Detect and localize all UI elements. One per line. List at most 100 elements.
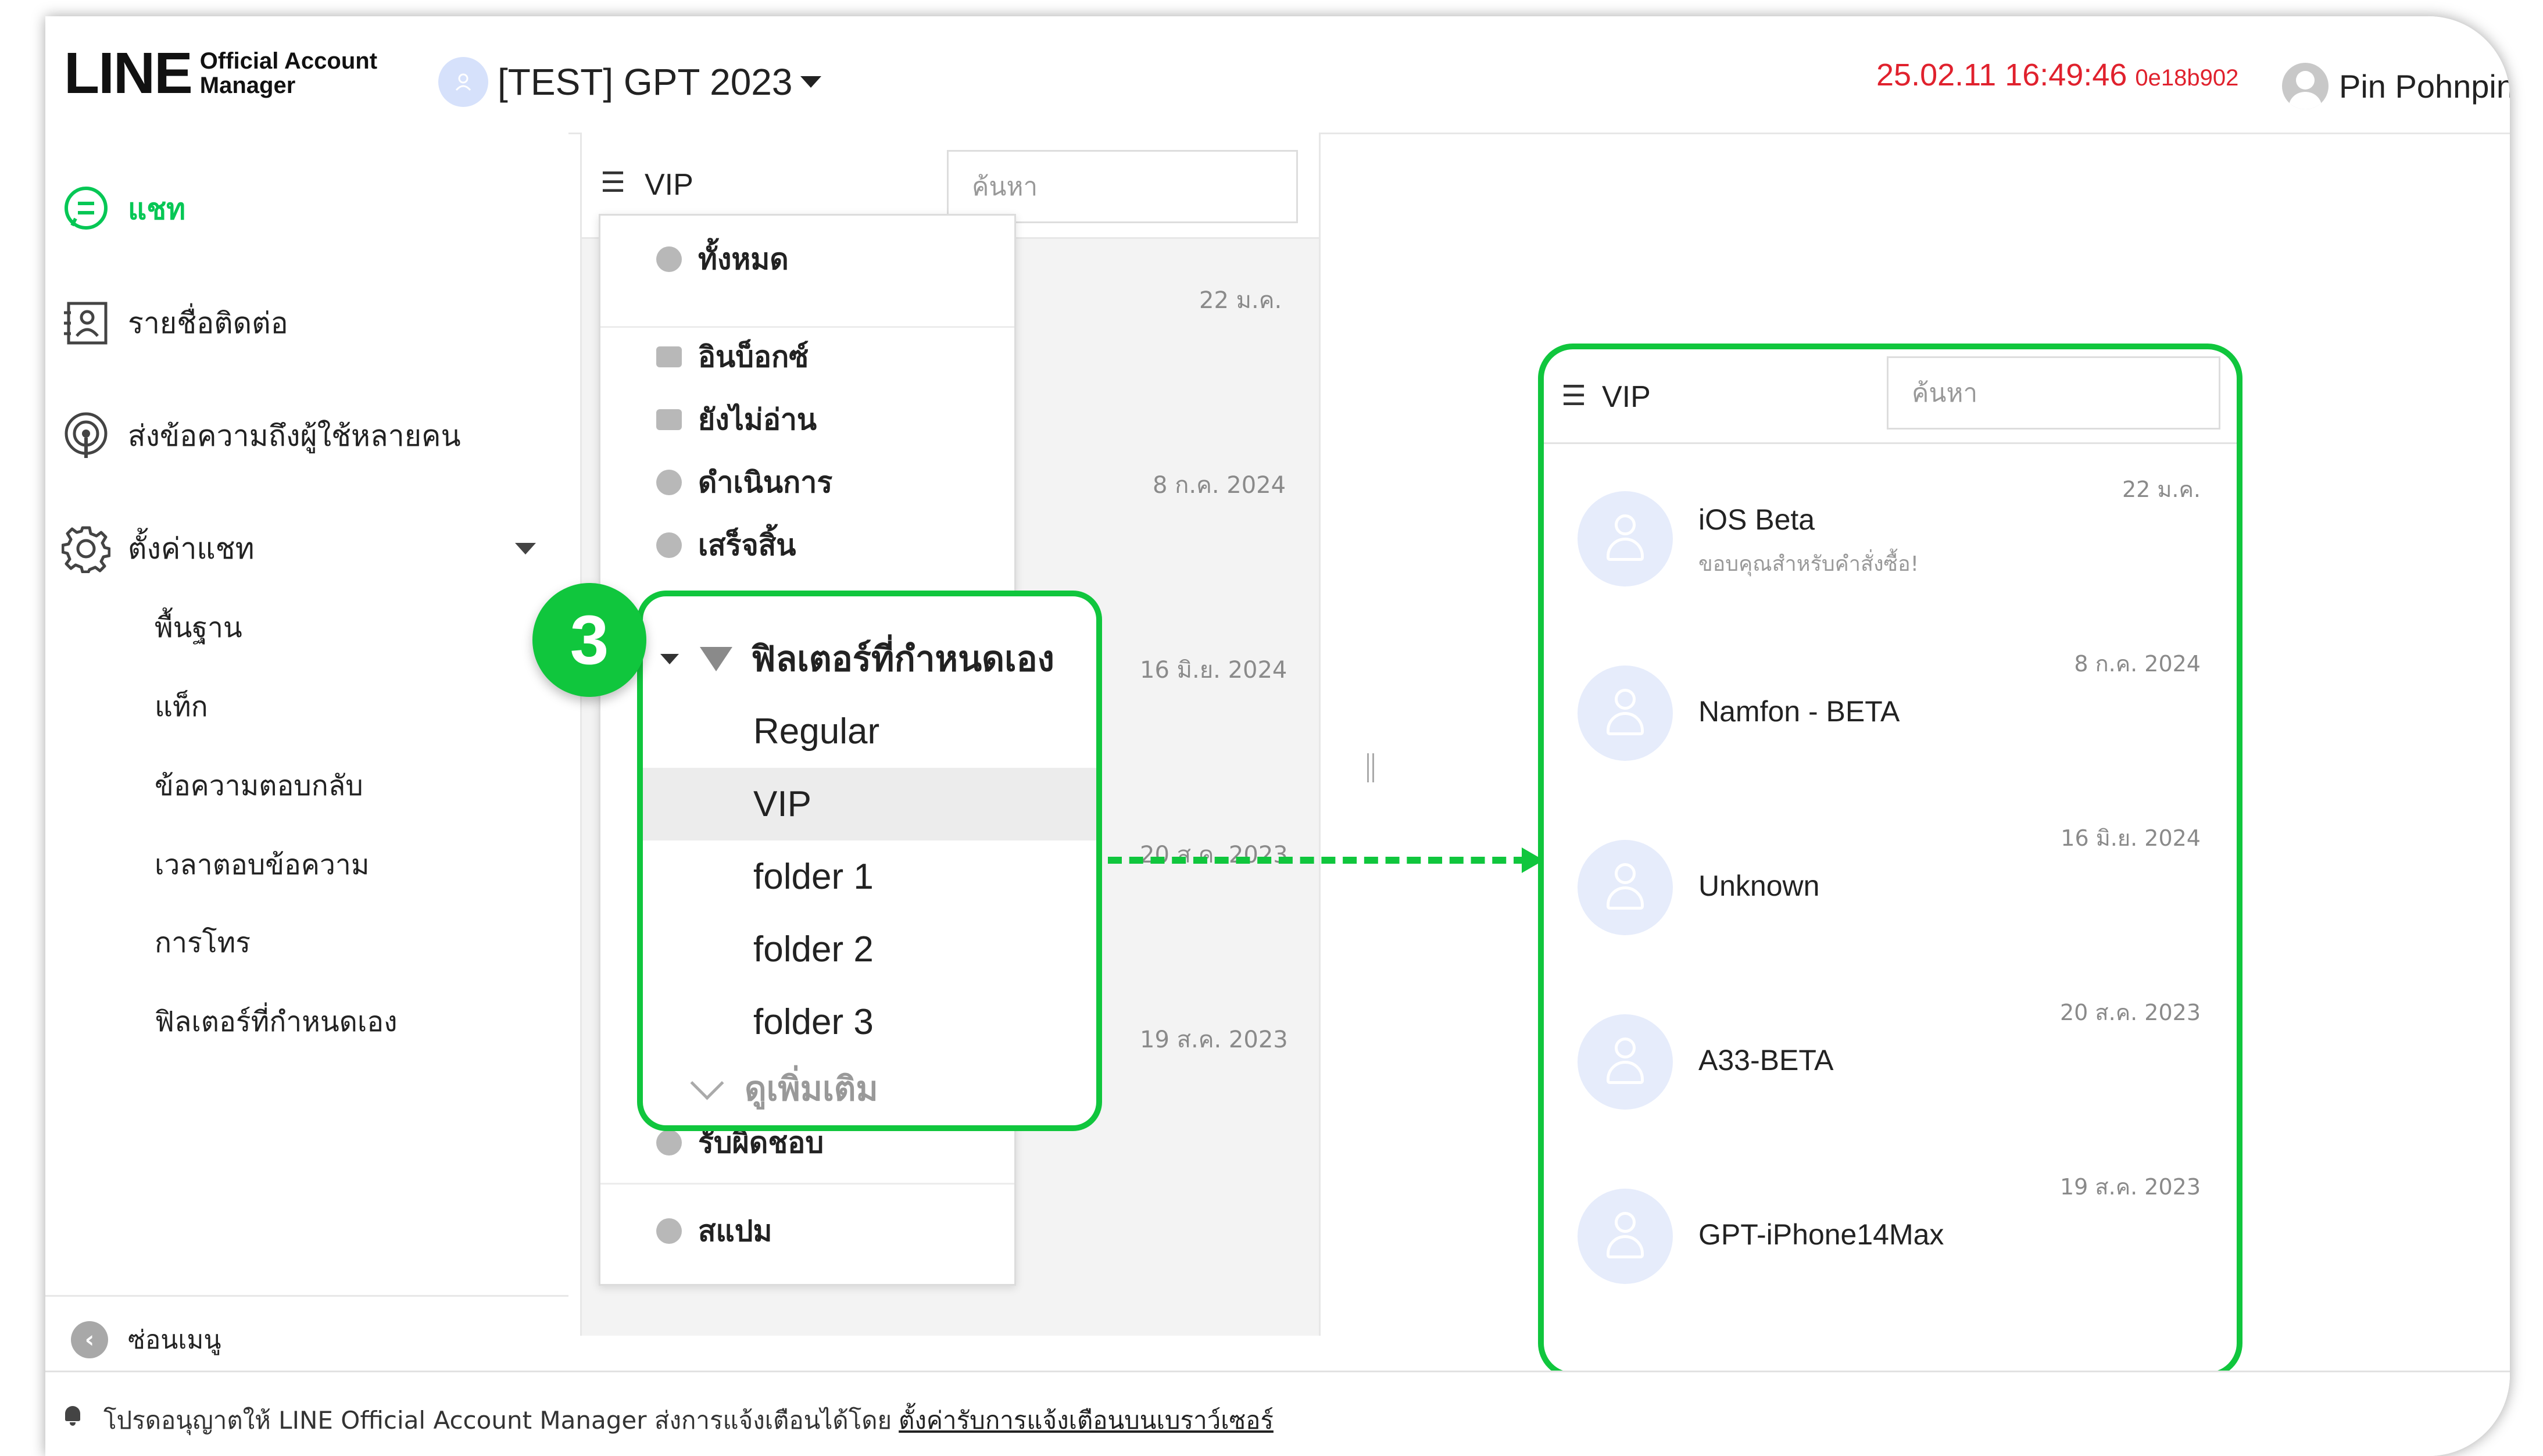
sidebar-item-contacts[interactable]: รายชื่อติดต่อ <box>62 299 288 348</box>
chat-row[interactable]: iOS Beta ขอบคุณสำหรับคำสั่งซื้อ! 22 ม.ค. <box>1544 448 2237 623</box>
sidebar-subitem-response-hours[interactable]: เวลาตอบข้อความ <box>155 843 370 887</box>
sidebar-label-chat-settings: ตั้งค่าแชท <box>128 531 255 566</box>
caret-down-icon <box>660 653 679 664</box>
filter-selector[interactable]: VIP <box>645 167 693 202</box>
sidebar-subitem-tags[interactable]: แท็ก <box>155 685 208 729</box>
notification-settings-link[interactable]: ตั้งค่ารับการแจ้งเตือนบนเบราว์เซอร์ <box>899 1406 1274 1434</box>
menu-icon[interactable]: ☰ <box>600 166 625 199</box>
logo-line-text: LINE <box>64 40 193 106</box>
filter-item-label: VIP <box>753 784 811 824</box>
list-date: 20 ส.ค. 2023 <box>1140 842 1288 868</box>
sidebar-label-broadcast: ส่งข้อความถึงผู้ใช้หลายคน <box>128 418 461 453</box>
chat-date: 8 ก.ค. 2024 <box>2074 651 2201 677</box>
chat-icon <box>62 185 110 234</box>
logo-sub-line-1: Official Account <box>199 48 378 74</box>
custom-filter-item-folder-3[interactable]: folder 3 <box>643 986 1096 1058</box>
chat-row[interactable]: GPT-iPhone14Max 19 ส.ค. 2023 <box>1544 1146 2237 1320</box>
dropdown-item-spam[interactable]: สแปม <box>600 1211 1014 1251</box>
sidebar-subitem-basic[interactable]: พื้นฐาน <box>155 606 242 650</box>
sidebar-item-chat-settings[interactable]: ตั้งค่าแชท <box>62 524 255 573</box>
chat-name: A33-BETA <box>1698 1044 1834 1076</box>
notification-text: โปรดอนุญาตให้ LINE Official Account Mana… <box>103 1401 1274 1440</box>
dropdown-item-unread[interactable]: ยังไม่อ่าน <box>600 399 1014 440</box>
contacts-icon <box>62 299 110 348</box>
dropdown-item-inbox[interactable]: อินบ็อกซ์ <box>600 337 1014 377</box>
panel-toolbar: ☰ VIP ค้นหา <box>1544 349 2237 444</box>
user-name: Pin Pohnpin <box>2339 67 2510 105</box>
person-icon <box>656 1130 682 1156</box>
chat-preview: ขอบคุณสำหรับคำสั่งซื้อ! <box>1698 552 1919 576</box>
top-header: LINE Official Account Manager [TEST] GPT… <box>45 16 2510 134</box>
logo-subtitle: Official Account Manager <box>200 49 377 98</box>
step-badge: 3 <box>532 583 646 697</box>
inbox-icon <box>656 346 682 367</box>
dropdown-label: สแปม <box>698 1214 772 1248</box>
gear-icon <box>62 524 110 573</box>
user-menu[interactable]: Pin Pohnpin <box>2282 63 2510 109</box>
chat-row[interactable]: Namfon - BETA 8 ก.ค. 2024 <box>1544 623 2237 797</box>
filter-item-label: Regular <box>753 711 880 752</box>
bell-icon <box>63 1406 83 1426</box>
sidebar: แชท รายชื่อติดต่อ ส่งข้อความถึงผู้ใช้หลา… <box>45 133 568 1358</box>
custom-filter-item-folder-2[interactable]: folder 2 <box>643 913 1096 986</box>
sidebar-label-contacts: รายชื่อติดต่อ <box>128 306 288 340</box>
line-oa-manager-logo[interactable]: LINE Official Account Manager <box>64 41 377 106</box>
dropdown-label: เสร็จสิ้น <box>698 528 796 562</box>
envelope-icon <box>656 409 682 430</box>
account-switcher[interactable]: [TEST] GPT 2023 <box>438 57 822 107</box>
dropdown-label: ยังไม่อ่าน <box>698 402 817 437</box>
app-window: LINE Official Account Manager [TEST] GPT… <box>45 16 2510 1456</box>
chat-name: Unknown <box>1698 870 1820 902</box>
custom-filter-item-folder-1[interactable]: folder 1 <box>643 840 1096 913</box>
broadcast-icon <box>62 412 110 460</box>
sidebar-item-broadcast[interactable]: ส่งข้อความถึงผู้ใช้หลายคน <box>62 412 461 460</box>
custom-filter-item-regular[interactable]: Regular <box>643 695 1096 768</box>
chat-name: Namfon - BETA <box>1698 695 1900 728</box>
see-more-button[interactable]: ดูเพิ่มเติม <box>690 1061 878 1115</box>
filter-selector[interactable]: VIP <box>1602 380 1651 414</box>
sidebar-subitem-auto-reply[interactable]: ข้อความตอบกลับ <box>155 764 363 808</box>
notification-banner: โปรดอนุญาตให้ LINE Official Account Mana… <box>45 1371 2510 1456</box>
chat-row[interactable]: A33-BETA 20 ส.ค. 2023 <box>1544 971 2237 1146</box>
custom-filter-item-vip[interactable]: VIP <box>643 768 1096 840</box>
filter-item-label: folder 3 <box>753 1002 874 1042</box>
chat-avatar-icon <box>1578 840 1673 935</box>
sidebar-subitem-calls[interactable]: การโทร <box>155 921 251 965</box>
custom-filter-popout: ฟิลเตอร์ที่กำหนดเอง Regular VIP folder 1… <box>637 591 1102 1131</box>
chat-avatar-icon <box>1578 1189 1673 1284</box>
search-input[interactable]: ค้นหา <box>1887 356 2220 430</box>
dropdown-divider <box>600 326 1014 328</box>
dropdown-label: ดำเนินการ <box>698 465 833 499</box>
chat-row[interactable]: Unknown 16 มิ.ย. 2024 <box>1544 797 2237 971</box>
chevron-down-icon[interactable] <box>515 543 536 555</box>
column-resize-handle[interactable] <box>1367 753 1374 782</box>
chat-date: 20 ส.ค. 2023 <box>2060 1000 2201 1025</box>
sidebar-divider <box>45 1295 568 1297</box>
chat-avatar-icon <box>1578 666 1673 761</box>
filter-item-label: folder 1 <box>753 857 874 897</box>
hide-menu-button[interactable]: ‹ ซ่อนเมนู <box>71 1319 221 1360</box>
dashed-arrow-line <box>1108 857 1528 864</box>
chat-avatar-icon <box>1578 1014 1673 1110</box>
chat-name: GPT-iPhone14Max <box>1698 1218 1944 1251</box>
list-date: 22 ม.ค. <box>1199 287 1282 314</box>
dropdown-item-all[interactable]: ทั้งหมด <box>600 239 1014 280</box>
dropdown-item-in-progress[interactable]: ดำเนินการ <box>600 462 1014 503</box>
chat-bubble-icon <box>656 246 682 272</box>
dropdown-label: อินบ็อกซ์ <box>698 339 809 374</box>
sidebar-item-chat[interactable]: แชท <box>62 185 185 234</box>
list-date: 8 ก.ค. 2024 <box>1153 472 1286 499</box>
in-progress-icon <box>656 470 682 495</box>
chevron-left-icon: ‹ <box>71 1321 108 1358</box>
search-input[interactable]: ค้นหา <box>947 150 1298 223</box>
filter-item-label: folder 2 <box>753 929 874 970</box>
sidebar-subitem-custom-filters[interactable]: ฟิลเตอร์ที่กำหนดเอง <box>155 1000 398 1044</box>
custom-filter-header[interactable]: ฟิลเตอร์ที่กำหนดเอง <box>660 631 1054 686</box>
chevron-down-icon <box>690 1066 724 1100</box>
chat-date: 16 มิ.ย. 2024 <box>2061 825 2201 851</box>
vip-chat-list-panel: ☰ VIP ค้นหา iOS Beta ขอบคุณสำหรับคำสั่งซ… <box>1538 344 2242 1378</box>
dropdown-item-done[interactable]: เสร็จสิ้น <box>600 525 1014 566</box>
filter-funnel-icon <box>700 646 732 671</box>
alert-icon <box>656 1218 682 1244</box>
menu-icon[interactable]: ☰ <box>1561 380 1586 412</box>
